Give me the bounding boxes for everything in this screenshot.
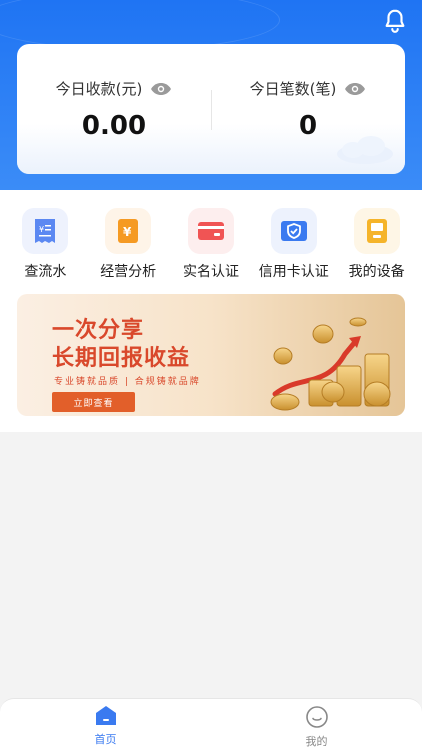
eye-icon[interactable] (344, 82, 366, 96)
quick-menu: ¥ 查流水 ¥ 经营分析 实名认证 信用卡认证 我的设备 (0, 208, 422, 281)
card-icon (187, 208, 234, 254)
banner-cta-button[interactable]: 立即查看 (52, 392, 135, 412)
bottom-tab-bar: 首页 我的 (0, 698, 422, 750)
header-hero: 今日收款(元) 0.00 今日笔数(笔) 0 (0, 0, 422, 190)
menu-item-credit-card-verification[interactable]: 信用卡认证 (254, 208, 334, 281)
yuan-icon: ¥ (105, 208, 152, 254)
menu-item-business-analysis[interactable]: ¥ 经营分析 (88, 208, 168, 281)
banner-slogan: 专业铸就品质 | 合规铸就品牌 (54, 377, 201, 387)
promo-banner[interactable]: 一次分享 长期回报收益 专业铸就品质 | 合规铸就品牌 立即查看 (17, 294, 405, 416)
tab-mine-label: 我的 (305, 735, 328, 748)
eye-icon[interactable] (150, 82, 172, 96)
menu-item-transactions[interactable]: ¥ 查流水 (5, 208, 85, 281)
today-count-label: 今日笔数(笔) (249, 80, 337, 98)
tab-mine[interactable]: 我的 (211, 699, 422, 750)
smiley-icon (305, 706, 328, 728)
today-count-value: 0 (298, 111, 318, 141)
coins-illustration (270, 317, 391, 411)
menu-label: 我的设备 (348, 264, 405, 280)
today-income-value: 0.00 (81, 111, 147, 141)
menu-item-real-name-verification[interactable]: 实名认证 (171, 208, 251, 281)
today-count-label-row: 今日笔数(笔) (250, 78, 367, 99)
receipt-icon: ¥ (22, 208, 69, 254)
banner-title-line2: 长期回报收益 (52, 346, 191, 371)
shield-icon (270, 208, 317, 254)
menu-label: 实名认证 (182, 264, 239, 280)
bell-icon[interactable] (382, 8, 408, 34)
stats-card: 今日收款(元) 0.00 今日笔数(笔) 0 (17, 44, 405, 174)
today-income-stat[interactable]: 今日收款(元) 0.00 (17, 78, 211, 141)
menu-label: 经营分析 (100, 264, 157, 280)
svg-text:¥: ¥ (39, 225, 44, 234)
today-income-label: 今日收款(元) (55, 80, 143, 98)
today-count-stat[interactable]: 今日笔数(笔) 0 (211, 78, 405, 141)
pos-device-icon (353, 208, 400, 254)
tab-home[interactable]: 首页 (0, 699, 211, 750)
tab-home-label: 首页 (94, 733, 117, 746)
home-icon (95, 706, 116, 725)
svg-text:¥: ¥ (123, 225, 132, 239)
menu-label: 查流水 (24, 264, 67, 280)
decorative-wave (0, 0, 280, 50)
menu-item-my-devices[interactable]: 我的设备 (337, 208, 417, 281)
today-income-label-row: 今日收款(元) (56, 78, 173, 99)
menu-label: 信用卡认证 (258, 264, 329, 280)
